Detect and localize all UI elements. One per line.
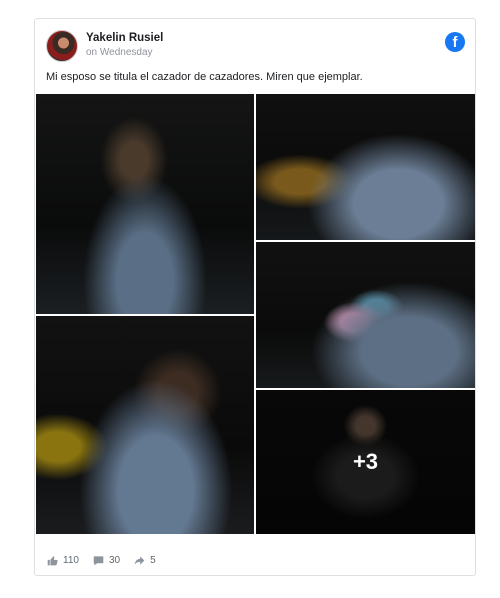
thumbs-up-icon (47, 555, 58, 565)
photo-4[interactable] (36, 316, 254, 534)
share-action[interactable]: 5 (134, 555, 156, 566)
more-photos-count: +3 (352, 449, 379, 474)
post-date[interactable]: on Wednesday (86, 47, 153, 58)
more-photos-overlay[interactable]: +3 (256, 390, 475, 534)
share-icon (134, 555, 145, 565)
post-actions: 110 30 5 (47, 552, 170, 568)
photo-2[interactable] (256, 94, 475, 240)
share-count: 5 (150, 554, 156, 566)
avatar[interactable] (46, 30, 78, 62)
photo-5[interactable]: +3 (256, 390, 475, 534)
author-name[interactable]: Yakelin Rusiel (86, 32, 163, 44)
comment-action[interactable]: 30 (93, 555, 120, 566)
photo-1[interactable] (36, 94, 254, 314)
like-action[interactable]: 110 (47, 555, 79, 566)
post-card: Yakelin Rusiel on Wednesday f Mi esposo … (34, 18, 476, 576)
comment-count: 30 (108, 554, 121, 566)
like-count: 110 (63, 554, 79, 566)
comment-icon (93, 555, 104, 565)
post-header: Yakelin Rusiel on Wednesday f (46, 30, 465, 66)
facebook-icon[interactable]: f (445, 32, 465, 52)
photo-3[interactable] (256, 242, 475, 388)
post-caption: Mi esposo se titula el cazador de cazado… (46, 71, 363, 83)
